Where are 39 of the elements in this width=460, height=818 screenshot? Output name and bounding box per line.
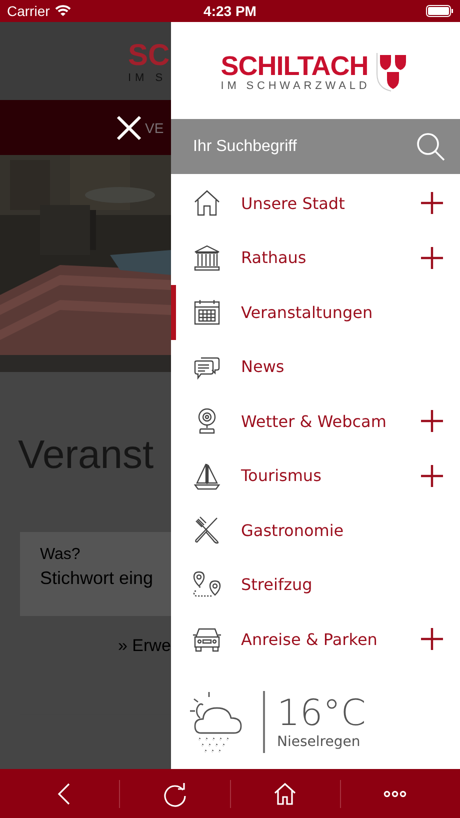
plus-icon[interactable] (420, 246, 444, 270)
plus-icon[interactable] (420, 409, 444, 434)
plus-icon[interactable] (420, 464, 444, 488)
menu-item[interactable]: Unsere Stadt (171, 176, 460, 230)
reload-icon (162, 780, 188, 806)
menu-item[interactable]: Anreise & Parken (171, 612, 460, 666)
menu-item[interactable]: Tourismus (171, 448, 460, 503)
clock: 4:23 PM (204, 3, 256, 19)
filter-label: Was? (40, 546, 82, 564)
menu-item[interactable]: Streifzug (171, 558, 460, 612)
menu-item[interactable]: Veranstaltungen (171, 285, 460, 340)
sailboat-icon (193, 462, 221, 490)
temperature: 16°C (277, 694, 366, 734)
menu-item[interactable]: Gastronomie (171, 503, 460, 558)
building-icon (193, 244, 221, 272)
route-icon (193, 570, 221, 599)
menu-item[interactable]: Rathaus (171, 230, 460, 285)
dots-icon (383, 790, 408, 798)
logo-subtitle: IM SCHWARZWALD (220, 80, 370, 92)
search-input[interactable]: Ihr Suchbegriff (193, 138, 416, 156)
logo-text: SC (128, 40, 171, 72)
wifi-icon (54, 5, 71, 17)
search-field[interactable]: Ihr Suchbegriff (171, 119, 460, 174)
section-title: VE (145, 120, 164, 136)
plus-icon[interactable] (420, 191, 444, 216)
close-button[interactable] (116, 114, 142, 140)
plus-icon[interactable] (420, 627, 444, 652)
menu-item[interactable]: Wetter & Webcam (171, 394, 460, 448)
search-icon[interactable] (416, 132, 446, 162)
house-icon (193, 189, 221, 218)
keyword-field[interactable]: Stichwort eing (40, 568, 170, 589)
logo-name: SCHILTACH (220, 52, 368, 80)
battery-icon (426, 5, 454, 17)
house-icon (272, 780, 298, 806)
cutlery-icon (193, 516, 221, 544)
weather-description: Nieselregen (277, 734, 362, 750)
menu-item[interactable]: News (171, 340, 460, 394)
calendar-icon (193, 298, 221, 326)
carrier-label: Carrier (7, 3, 50, 19)
